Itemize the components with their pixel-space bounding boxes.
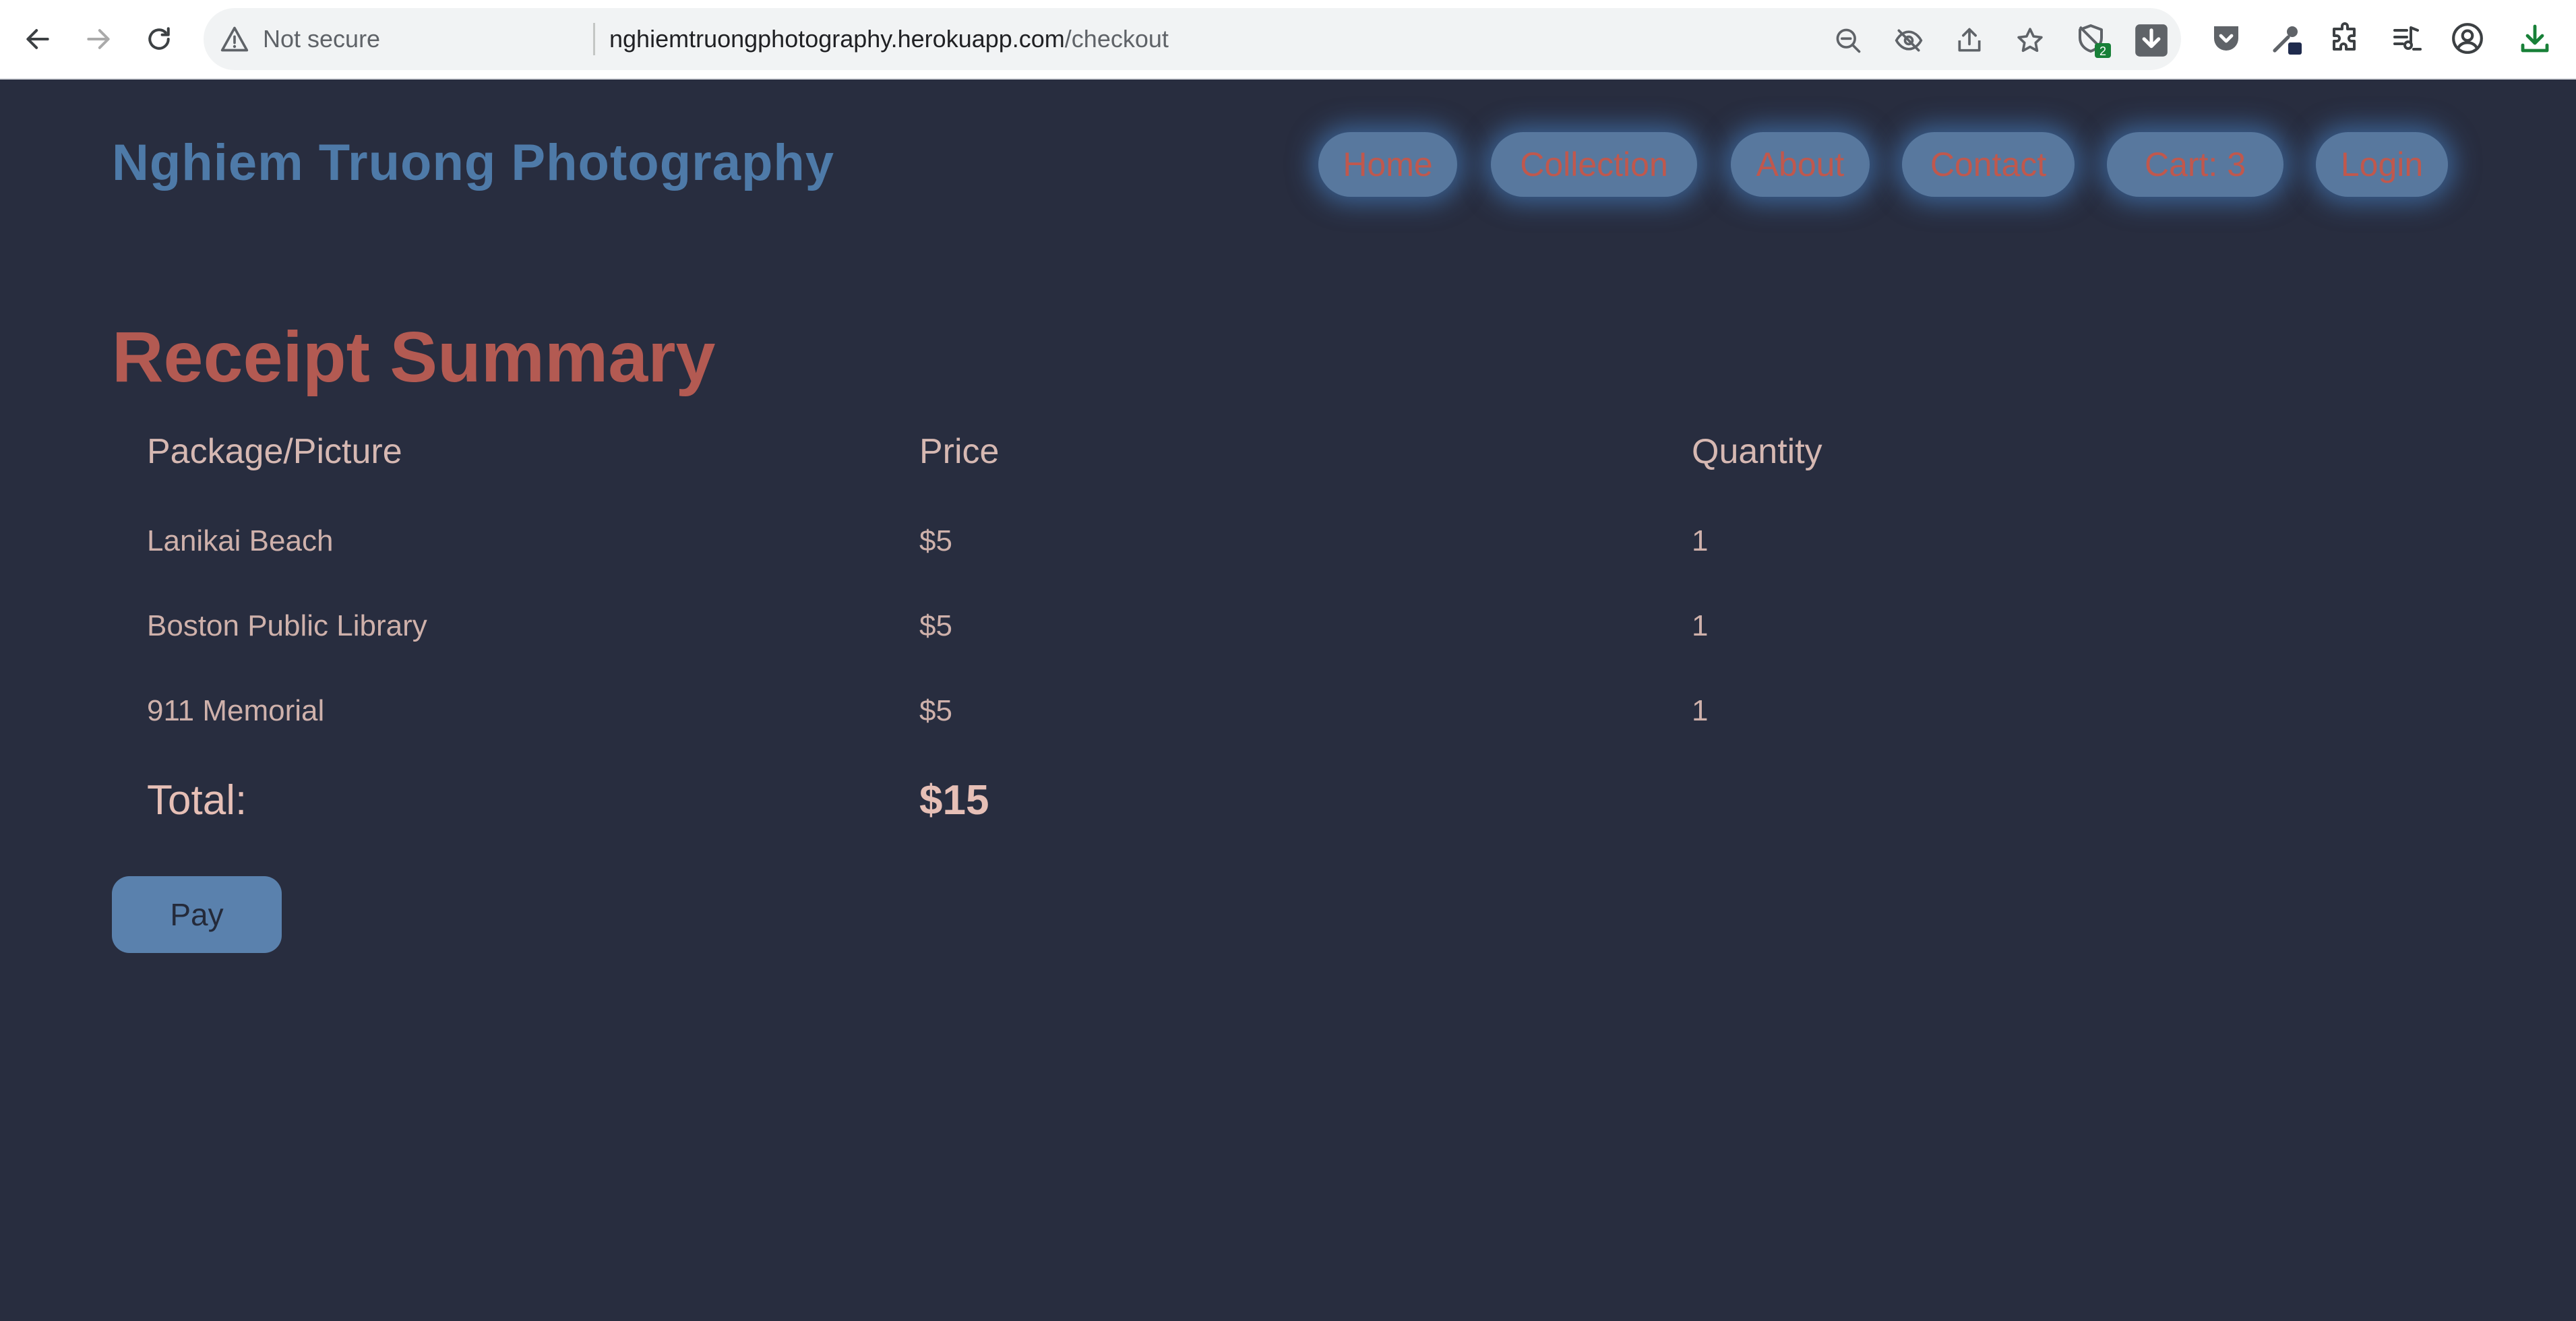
security-status[interactable]: Not secure	[263, 8, 380, 70]
extensions-puzzle-icon[interactable]	[2324, 16, 2368, 61]
row-item-name: Boston Public Library	[147, 609, 427, 642]
receipt-title: Receipt Summary	[112, 317, 716, 397]
url-text[interactable]: nghiemtruongphotography.herokuapp.com/ch…	[609, 8, 1169, 70]
total-value: $15	[919, 777, 989, 824]
profile-avatar-icon[interactable]	[2445, 16, 2490, 61]
shield-extension-icon[interactable]: 2	[2075, 22, 2112, 59]
row-item-quantity: 1	[1692, 609, 1709, 642]
eye-off-icon[interactable]	[1890, 22, 1928, 59]
eyedropper-extension-icon[interactable]	[2265, 16, 2309, 61]
forward-arrow-icon	[87, 29, 110, 49]
nav-cart[interactable]: Cart: 3	[2107, 132, 2283, 197]
url-path: /checkout	[1064, 25, 1169, 53]
bookmark-star-icon[interactable]	[2011, 22, 2049, 59]
nav-contact[interactable]: Contact	[1902, 132, 2075, 197]
row-item-price: $5	[919, 524, 952, 557]
pocket-icon[interactable]	[2204, 16, 2248, 61]
shield-badge-count: 2	[2099, 44, 2106, 58]
row-item-name: 911 Memorial	[147, 694, 325, 727]
row-item-price: $5	[919, 694, 952, 727]
downloads-icon[interactable]	[2513, 16, 2557, 61]
download-box-icon[interactable]	[2133, 22, 2170, 59]
browser-toolbar: Not secure nghiemtruongphotography.herok…	[0, 0, 2576, 80]
warning-icon[interactable]	[217, 22, 252, 57]
reload-button[interactable]	[135, 15, 183, 63]
address-divider	[593, 23, 595, 55]
nav-login[interactable]: Login	[2316, 132, 2448, 197]
column-header-quantity: Quantity	[1692, 432, 1822, 471]
row-item-price: $5	[919, 609, 952, 642]
total-label: Total:	[147, 777, 247, 824]
media-playlist-icon[interactable]	[2385, 16, 2429, 61]
column-header-price: Price	[919, 432, 1000, 471]
back-arrow-icon	[26, 29, 49, 49]
row-item-quantity: 1	[1692, 524, 1709, 557]
reload-icon	[148, 27, 170, 50]
nav-about[interactable]: About	[1731, 132, 1870, 197]
site-brand[interactable]: Nghiem Truong Photography	[112, 133, 834, 192]
row-item-quantity: 1	[1692, 694, 1709, 727]
forward-button[interactable]	[74, 15, 123, 63]
pay-button[interactable]: Pay	[112, 876, 282, 953]
share-icon[interactable]	[1951, 22, 1988, 59]
column-header-package: Package/Picture	[147, 432, 402, 471]
nav-home[interactable]: Home	[1318, 132, 1457, 197]
address-bar[interactable]: Not secure nghiemtruongphotography.herok…	[204, 8, 2181, 70]
nav-collection[interactable]: Collection	[1491, 132, 1697, 197]
zoom-out-icon[interactable]	[1829, 22, 1867, 59]
back-button[interactable]	[13, 15, 62, 63]
row-item-name: Lanikai Beach	[147, 524, 334, 557]
url-host: nghiemtruongphotography.herokuapp.com	[609, 25, 1065, 53]
